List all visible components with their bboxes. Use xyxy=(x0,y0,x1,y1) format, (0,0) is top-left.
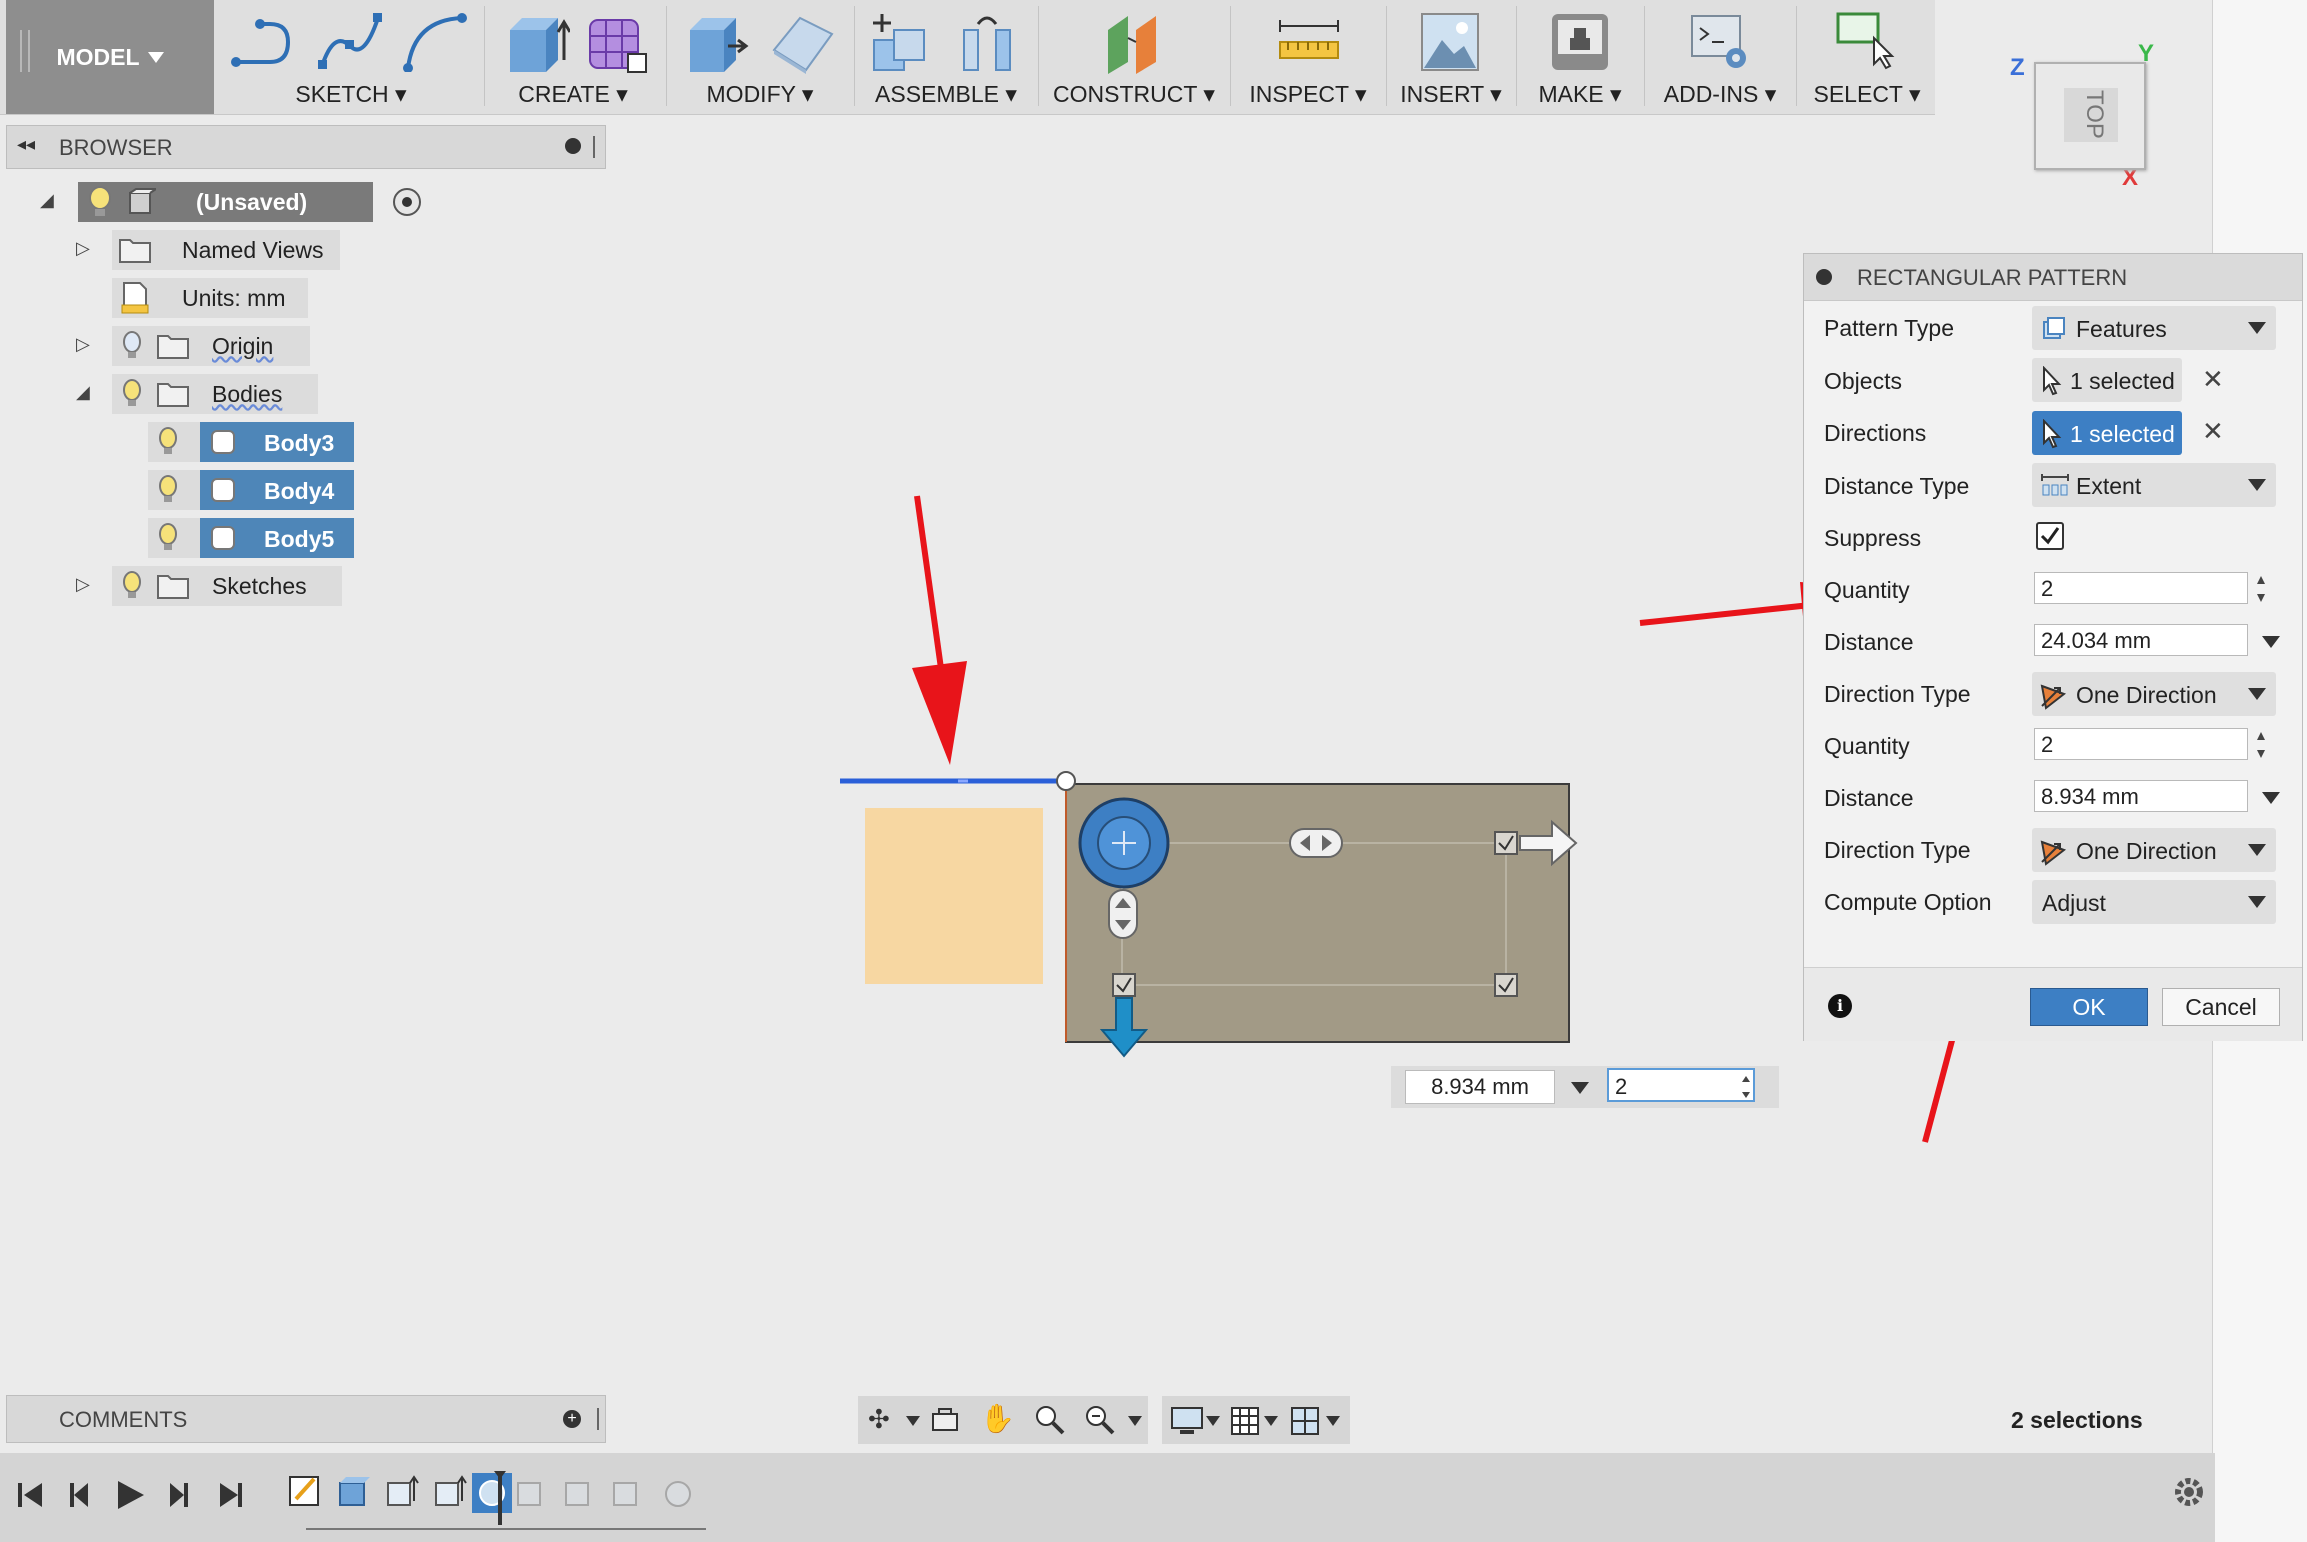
timeline-settings-icon[interactable] xyxy=(2172,1475,2206,1509)
canvas-distance-input[interactable]: 8.934 mm xyxy=(1405,1070,1555,1104)
quantity-label: Quantity xyxy=(1824,577,1910,603)
grid-settings-icon[interactable] xyxy=(1230,1406,1260,1436)
direction-type-1-dropdown[interactable]: One Direction xyxy=(2032,672,2276,716)
vertical-spacing-handle xyxy=(1108,889,1138,939)
instance-checkbox xyxy=(1494,973,1518,997)
canvas-quantity-input[interactable]: 2 xyxy=(1607,1068,1755,1102)
instance-checkbox xyxy=(1112,973,1136,997)
rectangular-pattern-dialog: RECTANGULAR PATTERN Pattern Type Feature… xyxy=(1803,253,2303,1041)
distance-label: Distance xyxy=(1824,785,1914,811)
pattern-type-dropdown[interactable]: Features xyxy=(2032,306,2276,350)
dialog-title: RECTANGULAR PATTERN xyxy=(1857,265,2128,290)
checkmark-icon xyxy=(2040,527,2060,545)
timeline-controls xyxy=(18,1481,242,1509)
compute-option-label: Compute Option xyxy=(1824,889,1992,915)
chevron-down-icon[interactable] xyxy=(1326,1416,1340,1426)
quantity-2-input[interactable]: 2 xyxy=(2034,728,2248,760)
directions-label: Directions xyxy=(1824,420,1927,446)
zoom-icon[interactable] xyxy=(1034,1404,1066,1436)
distance-2-input[interactable]: 8.934 mm xyxy=(2034,780,2248,812)
distance-type-dropdown[interactable]: Extent xyxy=(2032,463,2276,507)
distance-2-dropdown-caret[interactable] xyxy=(2262,792,2280,804)
objects-label: Objects xyxy=(1824,368,1902,394)
info-icon[interactable]: i xyxy=(1828,994,1852,1018)
step-forward-icon[interactable] xyxy=(170,1483,188,1507)
go-to-end-icon[interactable] xyxy=(220,1483,242,1507)
suppressed-feature-icon[interactable] xyxy=(517,1481,691,1507)
corner-point-handle xyxy=(1056,771,1076,791)
distance-1-input[interactable]: 24.034 mm xyxy=(2034,624,2248,656)
quantity-label: Quantity xyxy=(1824,733,1910,759)
one-direction-icon xyxy=(2040,684,2067,710)
cancel-button[interactable]: Cancel xyxy=(2162,988,2280,1026)
collapse-dialog-icon[interactable] xyxy=(1816,269,1832,285)
quantity-spinner-icon[interactable] xyxy=(1739,1072,1753,1102)
extrude-feature-icon[interactable] xyxy=(339,1477,370,1506)
quantity-1-input[interactable]: 2 xyxy=(2034,572,2248,604)
cursor-icon xyxy=(2043,419,2062,449)
display-settings-icon[interactable] xyxy=(1170,1406,1204,1436)
play-icon[interactable] xyxy=(118,1481,144,1509)
navigation-bar: ✣ ✋ xyxy=(858,1396,1148,1444)
suppress-label: Suppress xyxy=(1824,525,1922,551)
chevron-down-icon xyxy=(2248,688,2266,700)
quantity-1-spinner-icon[interactable] xyxy=(2254,572,2268,606)
features-icon xyxy=(2043,317,2065,339)
viewports-icon[interactable] xyxy=(1290,1406,1320,1436)
instance-checkbox xyxy=(1494,831,1518,855)
chevron-down-icon[interactable] xyxy=(906,1416,920,1426)
body-preview xyxy=(865,808,1043,984)
direction-type-2-dropdown[interactable]: One Direction xyxy=(2032,828,2276,872)
sketch-feature-icon[interactable] xyxy=(289,1476,319,1506)
pan-icon[interactable]: ✋ xyxy=(980,1402,1015,1435)
clear-objects-icon[interactable]: ✕ xyxy=(2202,364,2224,395)
timeline xyxy=(0,1453,2215,1542)
compute-option-dropdown[interactable]: Adjust xyxy=(2032,880,2276,924)
dialog-header: RECTANGULAR PATTERN xyxy=(1804,254,2302,301)
extrude-feature-icon[interactable] xyxy=(435,1475,467,1506)
direction-type-label: Direction Type xyxy=(1824,681,1971,707)
chevron-down-icon xyxy=(2248,896,2266,908)
pattern-feature-icon[interactable] xyxy=(472,1473,512,1513)
go-to-start-icon[interactable] xyxy=(18,1483,42,1507)
distance-dropdown-caret[interactable] xyxy=(1571,1082,1589,1094)
display-settings-bar xyxy=(1162,1396,1350,1444)
suppress-checkbox[interactable] xyxy=(2036,522,2064,550)
extent-icon xyxy=(2041,474,2069,496)
comments-grip-icon[interactable] xyxy=(597,1408,599,1430)
comments-panel-header: COMMENTS + xyxy=(6,1395,606,1443)
directions-selector[interactable]: 1 selected xyxy=(2032,411,2182,455)
add-comment-icon[interactable]: + xyxy=(563,1410,581,1428)
chevron-down-icon[interactable] xyxy=(1206,1416,1220,1426)
pattern-type-label: Pattern Type xyxy=(1824,315,1954,341)
horizontal-spacing-handle xyxy=(1289,828,1343,858)
extrude-feature-icon[interactable] xyxy=(387,1475,419,1506)
chevron-down-icon xyxy=(2248,479,2266,491)
zoom-window-icon[interactable] xyxy=(1084,1404,1116,1436)
look-at-icon[interactable] xyxy=(930,1406,960,1434)
canvas-input-bar: 8.934 mm 2 xyxy=(1391,1066,1779,1108)
distance-type-label: Distance Type xyxy=(1824,473,1970,499)
dialog-footer: i OK Cancel xyxy=(1804,967,2302,1041)
orbit-icon[interactable]: ✣ xyxy=(868,1404,890,1435)
step-back-icon[interactable] xyxy=(70,1483,88,1507)
comments-title: COMMENTS xyxy=(59,1407,188,1432)
quantity-2-spinner-icon[interactable] xyxy=(2254,728,2268,762)
one-direction-icon xyxy=(2040,840,2067,866)
direction-type-label: Direction Type xyxy=(1824,837,1971,863)
timeline-features xyxy=(289,1471,706,1530)
distance-1-dropdown-caret[interactable] xyxy=(2262,636,2280,648)
chevron-down-icon[interactable] xyxy=(1128,1416,1142,1426)
cursor-icon xyxy=(2043,366,2062,396)
distance-label: Distance xyxy=(1824,629,1914,655)
ok-button[interactable]: OK xyxy=(2030,988,2148,1026)
objects-selector[interactable]: 1 selected xyxy=(2032,358,2182,402)
selection-count: 2 selections xyxy=(2011,1407,2143,1433)
clear-directions-icon[interactable]: ✕ xyxy=(2202,416,2224,447)
chevron-down-icon xyxy=(2248,322,2266,334)
chevron-down-icon xyxy=(2248,844,2266,856)
chevron-down-icon[interactable] xyxy=(1264,1416,1278,1426)
